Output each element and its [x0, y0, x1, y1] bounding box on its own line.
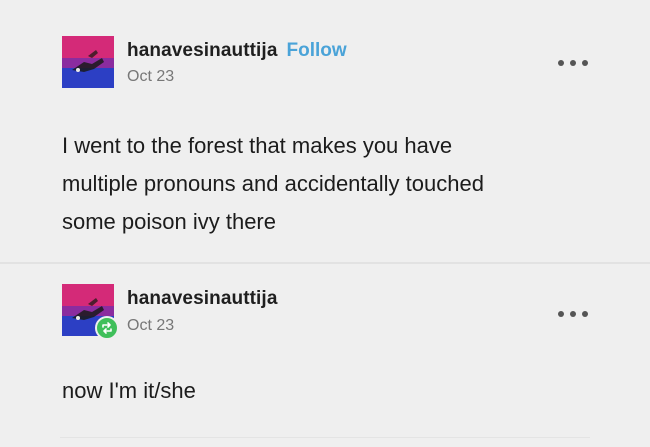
dot: [570, 311, 576, 317]
post-reblog: hanavesinauttija Oct 23 now I'm it/she: [0, 266, 650, 447]
more-options-icon[interactable]: [556, 56, 590, 70]
post-body: I went to the forest that makes you have…: [62, 127, 602, 241]
post-header: hanavesinauttija Follow Oct 23: [127, 40, 347, 86]
dashboard-frame: hanavesinauttija Follow Oct 23 I went to…: [0, 0, 650, 447]
more-options-icon[interactable]: [556, 307, 590, 321]
username[interactable]: hanavesinauttija: [127, 40, 277, 62]
post-date[interactable]: Oct 23: [127, 68, 347, 86]
dot: [558, 311, 564, 317]
post-original: hanavesinauttija Follow Oct 23 I went to…: [0, 0, 650, 265]
dot: [570, 60, 576, 66]
post-body-line: multiple pronouns and accidentally touch…: [62, 171, 484, 196]
avatar[interactable]: [62, 284, 119, 340]
post-body-line: some poison ivy there: [62, 209, 276, 234]
dot: [582, 311, 588, 317]
post-body: now I'm it/she: [62, 372, 602, 410]
post-body-line: now I'm it/she: [62, 378, 196, 403]
avatar[interactable]: [62, 36, 114, 88]
avatar-image: [62, 36, 114, 88]
post-divider: [0, 262, 650, 264]
post-body-line: I went to the forest that makes you have: [62, 133, 453, 158]
post-date[interactable]: Oct 23: [127, 317, 277, 335]
username[interactable]: hanavesinauttija: [127, 288, 277, 310]
post-header: hanavesinauttija Oct 23: [127, 288, 277, 335]
post-divider: [60, 437, 590, 438]
dot: [558, 60, 564, 66]
follow-button[interactable]: Follow: [286, 40, 346, 62]
reblog-icon: [95, 316, 119, 340]
dot: [582, 60, 588, 66]
